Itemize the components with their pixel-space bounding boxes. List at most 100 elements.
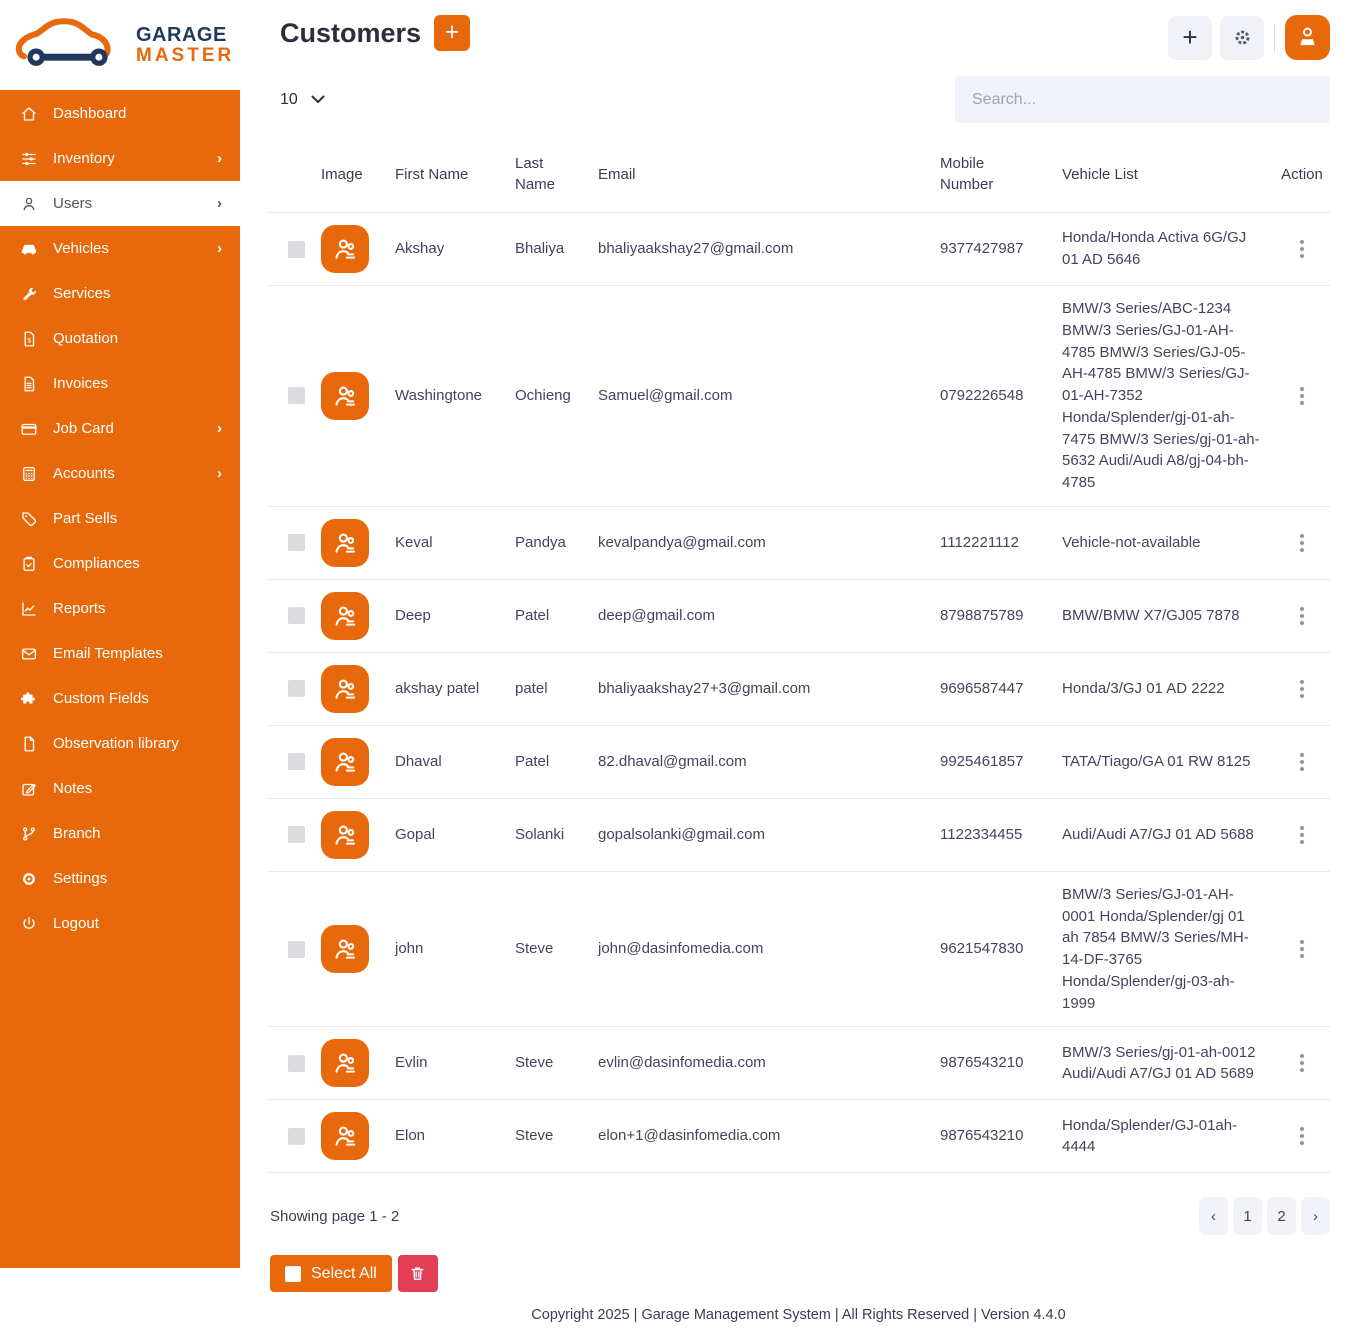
row-checkbox[interactable] — [288, 387, 305, 404]
svg-text:$: $ — [27, 337, 31, 344]
sidebar-item-part-sells[interactable]: Part Sells › — [0, 496, 240, 541]
row-actions-menu[interactable] — [1296, 383, 1308, 409]
sliders-icon — [20, 150, 38, 168]
sidebar-item-label: Compliances — [53, 555, 140, 572]
row-checkbox[interactable] — [288, 1128, 305, 1145]
cell-email: deep@gmail.com — [598, 605, 934, 627]
chevron-right-icon: › — [217, 151, 222, 166]
sidebar-item-settings[interactable]: Settings › — [0, 856, 240, 901]
sidebar-item-quotation[interactable]: $ Quotation › — [0, 316, 240, 361]
row-actions-menu[interactable] — [1296, 936, 1308, 962]
sidebar-item-label: Invoices — [53, 375, 108, 392]
sidebar-item-notes[interactable]: Notes › — [0, 766, 240, 811]
row-actions-menu[interactable] — [1296, 1123, 1308, 1149]
table-row: Elon Steve elon+1@dasinfomedia.com 98765… — [267, 1100, 1330, 1173]
quick-add-button[interactable]: + — [1168, 16, 1212, 60]
settings-button[interactable] — [1220, 16, 1264, 60]
row-actions-menu[interactable] — [1296, 603, 1308, 629]
table-row: Deep Patel deep@gmail.com 8798875789 BMW… — [267, 580, 1330, 653]
sidebar-item-inventory[interactable]: Inventory › — [0, 136, 240, 181]
row-checkbox[interactable] — [288, 826, 305, 843]
table-footer: Showing page 1 - 2 ‹12› — [267, 1197, 1330, 1235]
cell-mobile-number: 1122334455 — [934, 824, 1056, 846]
mechanic-icon — [331, 1049, 359, 1077]
page-button-1[interactable]: 1 — [1233, 1197, 1262, 1235]
next-page-button[interactable]: › — [1301, 1197, 1330, 1235]
brand-logo: GARAGE MASTER — [0, 0, 240, 90]
cell-mobile-number: 9377427987 — [934, 238, 1056, 260]
select-all-button[interactable]: Select All — [270, 1255, 392, 1292]
row-checkbox[interactable] — [288, 241, 305, 258]
sidebar-item-reports[interactable]: Reports › — [0, 586, 240, 631]
sidebar-item-dashboard[interactable]: Dashboard › — [0, 91, 240, 136]
cell-first-name: Dhaval — [395, 751, 515, 773]
table-row: Keval Pandya kevalpandya@gmail.com 11122… — [267, 507, 1330, 580]
cell-last-name: Ochieng — [515, 385, 598, 407]
cell-vehicle-list: Honda/3/GJ 01 AD 2222 — [1056, 678, 1274, 700]
user-avatar-icon — [1294, 24, 1321, 51]
sidebar-item-label: Observation library — [53, 735, 179, 752]
sidebar-item-observation-library[interactable]: Observation library › — [0, 721, 240, 766]
sidebar-item-accounts[interactable]: Accounts › — [0, 451, 240, 496]
top-actions: + — [1168, 15, 1330, 60]
row-checkbox[interactable] — [288, 941, 305, 958]
row-actions-menu[interactable] — [1296, 1050, 1308, 1076]
cell-last-name: Solanki — [515, 824, 598, 846]
sidebar-item-logout[interactable]: Logout › — [0, 901, 240, 946]
mechanic-icon — [331, 821, 359, 849]
branch-icon — [20, 825, 38, 843]
row-actions-menu[interactable] — [1296, 236, 1308, 262]
cell-last-name: Steve — [515, 938, 598, 960]
cell-first-name: Evlin — [395, 1052, 515, 1074]
cell-mobile-number: 1112221112 — [934, 532, 1056, 554]
mechanic-icon — [331, 1122, 359, 1150]
row-actions-menu[interactable] — [1296, 749, 1308, 775]
add-customer-button[interactable]: + — [434, 15, 470, 51]
sidebar-item-services[interactable]: Services › — [0, 271, 240, 316]
cell-first-name: Washingtone — [395, 385, 515, 407]
page-size-select[interactable]: 10 — [280, 91, 325, 109]
table-body: Akshay Bhaliya bhaliyaakshay27@gmail.com… — [267, 213, 1330, 1173]
sidebar-item-branch[interactable]: Branch › — [0, 811, 240, 856]
sidebar-item-job-card[interactable]: Job Card › — [0, 406, 240, 451]
user-icon — [20, 195, 38, 213]
sidebar-item-invoices[interactable]: Invoices › — [0, 361, 240, 406]
gear-icon — [1232, 27, 1253, 48]
table-row: Washingtone Ochieng Samuel@gmail.com 079… — [267, 286, 1330, 507]
cell-email: kevalpandya@gmail.com — [598, 532, 934, 554]
row-checkbox[interactable] — [288, 1055, 305, 1072]
brand-name-bottom: MASTER — [136, 46, 234, 66]
sidebar-item-label: Branch — [53, 825, 101, 842]
cell-vehicle-list: Honda/Honda Activa 6G/GJ 01 AD 5646 — [1056, 227, 1274, 271]
column-header-last-name: Last Name — [515, 153, 561, 195]
puzzle-icon — [20, 690, 38, 708]
cell-mobile-number: 9621547830 — [934, 938, 1056, 960]
delete-selected-button[interactable] — [398, 1255, 438, 1292]
mechanic-icon — [331, 529, 359, 557]
sidebar-item-compliances[interactable]: Compliances › — [0, 541, 240, 586]
calculator-icon — [20, 465, 38, 483]
wrench-icon — [20, 285, 38, 303]
profile-button[interactable] — [1285, 15, 1330, 60]
row-actions-menu[interactable] — [1296, 676, 1308, 702]
table-row: Akshay Bhaliya bhaliyaakshay27@gmail.com… — [267, 213, 1330, 286]
row-checkbox[interactable] — [288, 534, 305, 551]
row-actions-menu[interactable] — [1296, 822, 1308, 848]
cell-vehicle-list: BMW/3 Series/gj-01-ah-0012 Audi/Audi A7/… — [1056, 1042, 1274, 1086]
row-checkbox[interactable] — [288, 753, 305, 770]
row-actions-menu[interactable] — [1296, 530, 1308, 556]
customer-avatar — [321, 738, 369, 786]
row-checkbox[interactable] — [288, 680, 305, 697]
sidebar-item-users[interactable]: Users › — [0, 181, 240, 226]
prev-page-button[interactable]: ‹ — [1199, 1197, 1228, 1235]
search-input[interactable] — [955, 76, 1330, 123]
chevron-right-icon: › — [217, 466, 222, 481]
cell-last-name: Bhaliya — [515, 238, 598, 260]
sidebar-item-label: Dashboard — [53, 105, 126, 122]
sidebar-item-custom-fields[interactable]: Custom Fields › — [0, 676, 240, 721]
page-button-2[interactable]: 2 — [1267, 1197, 1296, 1235]
row-checkbox[interactable] — [288, 607, 305, 624]
sidebar-item-email-templates[interactable]: Email Templates › — [0, 631, 240, 676]
sidebar-item-label: Job Card — [53, 420, 114, 437]
sidebar-item-vehicles[interactable]: Vehicles › — [0, 226, 240, 271]
